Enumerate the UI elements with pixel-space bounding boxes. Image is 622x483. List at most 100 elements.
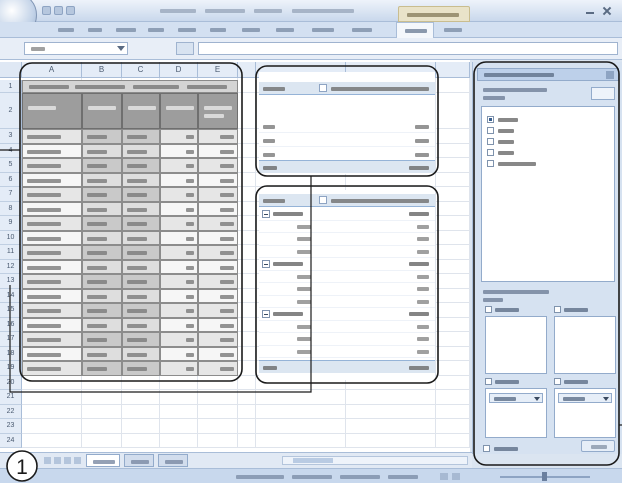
table-cell[interactable] bbox=[82, 143, 122, 158]
row-header[interactable]: 16 bbox=[0, 317, 22, 332]
table-cell[interactable] bbox=[22, 259, 82, 274]
table-cell[interactable] bbox=[122, 288, 160, 303]
column-header[interactable] bbox=[238, 62, 256, 78]
horizontal-scrollbar[interactable] bbox=[282, 456, 468, 465]
pivot-item-row[interactable] bbox=[259, 333, 435, 346]
table-cell[interactable] bbox=[22, 172, 82, 187]
row-header[interactable]: 1 bbox=[0, 80, 22, 93]
row-header[interactable]: 17 bbox=[0, 332, 22, 347]
chevron-down-icon[interactable] bbox=[117, 46, 125, 51]
filter-dropdown-icon[interactable] bbox=[319, 196, 327, 204]
table-cell[interactable] bbox=[22, 317, 82, 332]
row-header[interactable]: 23 bbox=[0, 419, 22, 434]
values-area[interactable] bbox=[554, 388, 616, 438]
minimize-icon[interactable] bbox=[586, 12, 594, 14]
row-header[interactable]: 5 bbox=[0, 158, 22, 173]
table-cell[interactable] bbox=[82, 332, 122, 347]
table-cell[interactable] bbox=[22, 216, 82, 231]
field-layout-dropdown[interactable] bbox=[591, 87, 615, 100]
field-list-item[interactable] bbox=[485, 148, 605, 157]
table-cell[interactable] bbox=[82, 129, 122, 144]
pivot-item-row[interactable] bbox=[259, 346, 435, 358]
table-cell[interactable] bbox=[122, 274, 160, 289]
table-cell[interactable] bbox=[160, 361, 198, 376]
sheet-tab[interactable] bbox=[86, 454, 120, 467]
table-cell[interactable] bbox=[160, 143, 198, 158]
view-layout-icon[interactable] bbox=[452, 473, 460, 480]
table-cell[interactable] bbox=[82, 317, 122, 332]
table-cell[interactable] bbox=[198, 216, 238, 231]
checkbox[interactable] bbox=[487, 149, 494, 156]
defer-layout-update[interactable] bbox=[483, 444, 543, 453]
formula-input[interactable] bbox=[198, 42, 618, 55]
pivot-group-row[interactable] bbox=[259, 258, 435, 271]
table-cell[interactable] bbox=[160, 230, 198, 245]
checkbox[interactable] bbox=[483, 445, 490, 452]
table-cell[interactable] bbox=[160, 288, 198, 303]
field-list-item[interactable] bbox=[485, 159, 605, 168]
table-cell[interactable] bbox=[22, 303, 82, 318]
quick-access-icon[interactable] bbox=[66, 6, 75, 15]
row-header[interactable]: 22 bbox=[0, 404, 22, 419]
table-cell[interactable] bbox=[160, 303, 198, 318]
table-cell[interactable] bbox=[160, 245, 198, 260]
table-cell[interactable] bbox=[198, 187, 238, 202]
table-cell[interactable] bbox=[22, 187, 82, 202]
table-cell[interactable] bbox=[82, 172, 122, 187]
pivot-item-row[interactable] bbox=[259, 271, 435, 283]
table-cell[interactable] bbox=[122, 303, 160, 318]
column-header[interactable]: D bbox=[160, 62, 198, 78]
table-cell[interactable] bbox=[122, 230, 160, 245]
close-icon[interactable] bbox=[602, 6, 612, 16]
ribbon-tab[interactable] bbox=[144, 23, 168, 37]
row-header[interactable]: 24 bbox=[0, 433, 22, 448]
column-header[interactable]: A bbox=[22, 62, 82, 78]
sheet-nav-icon[interactable] bbox=[44, 457, 51, 464]
filter-dropdown-icon[interactable] bbox=[319, 84, 327, 92]
table-cell[interactable] bbox=[198, 259, 238, 274]
pivot-item-row[interactable] bbox=[259, 233, 435, 246]
quick-access-icon[interactable] bbox=[54, 6, 63, 15]
table-cell[interactable] bbox=[122, 317, 160, 332]
column-header[interactable]: E bbox=[198, 62, 238, 78]
table-cell[interactable] bbox=[82, 230, 122, 245]
table-cell[interactable] bbox=[160, 172, 198, 187]
table-cell[interactable] bbox=[160, 187, 198, 202]
table-cell[interactable] bbox=[160, 216, 198, 231]
table-cell[interactable] bbox=[198, 361, 238, 376]
column-header[interactable]: B bbox=[82, 62, 122, 78]
table-cell[interactable] bbox=[198, 303, 238, 318]
collapse-icon[interactable] bbox=[262, 210, 270, 218]
table-cell[interactable] bbox=[22, 274, 82, 289]
column-header[interactable]: C bbox=[122, 62, 160, 78]
row-header[interactable]: 18 bbox=[0, 346, 22, 361]
row-header[interactable]: 21 bbox=[0, 390, 22, 405]
ribbon-tab[interactable] bbox=[348, 23, 376, 37]
pane-close-icon[interactable] bbox=[606, 71, 614, 79]
table-cell[interactable] bbox=[82, 303, 122, 318]
table-cell[interactable] bbox=[160, 317, 198, 332]
area-field-button[interactable] bbox=[489, 393, 543, 403]
table-cell[interactable] bbox=[82, 346, 122, 361]
pivot-item-row[interactable] bbox=[259, 246, 435, 258]
table-cell[interactable] bbox=[122, 259, 160, 274]
checkbox[interactable] bbox=[487, 138, 494, 145]
checkbox[interactable] bbox=[487, 160, 494, 167]
table-cell[interactable] bbox=[198, 129, 238, 144]
table-cell[interactable] bbox=[82, 245, 122, 260]
table-cell[interactable] bbox=[198, 245, 238, 260]
ribbon-tab[interactable] bbox=[272, 23, 298, 37]
sheet-tab[interactable] bbox=[124, 454, 154, 467]
table-cell[interactable] bbox=[198, 201, 238, 216]
table-cell[interactable] bbox=[122, 187, 160, 202]
table-cell[interactable] bbox=[160, 274, 198, 289]
table-cell[interactable] bbox=[160, 158, 198, 173]
checkbox[interactable] bbox=[487, 116, 494, 123]
insert-function-icon[interactable] bbox=[176, 42, 194, 55]
field-list-item[interactable] bbox=[485, 137, 605, 146]
table-cell[interactable] bbox=[198, 172, 238, 187]
pivot-item-row[interactable] bbox=[259, 296, 435, 308]
sheet-nav-icon[interactable] bbox=[64, 457, 71, 464]
ribbon-tab-active[interactable] bbox=[396, 22, 434, 38]
table-cell[interactable] bbox=[22, 230, 82, 245]
